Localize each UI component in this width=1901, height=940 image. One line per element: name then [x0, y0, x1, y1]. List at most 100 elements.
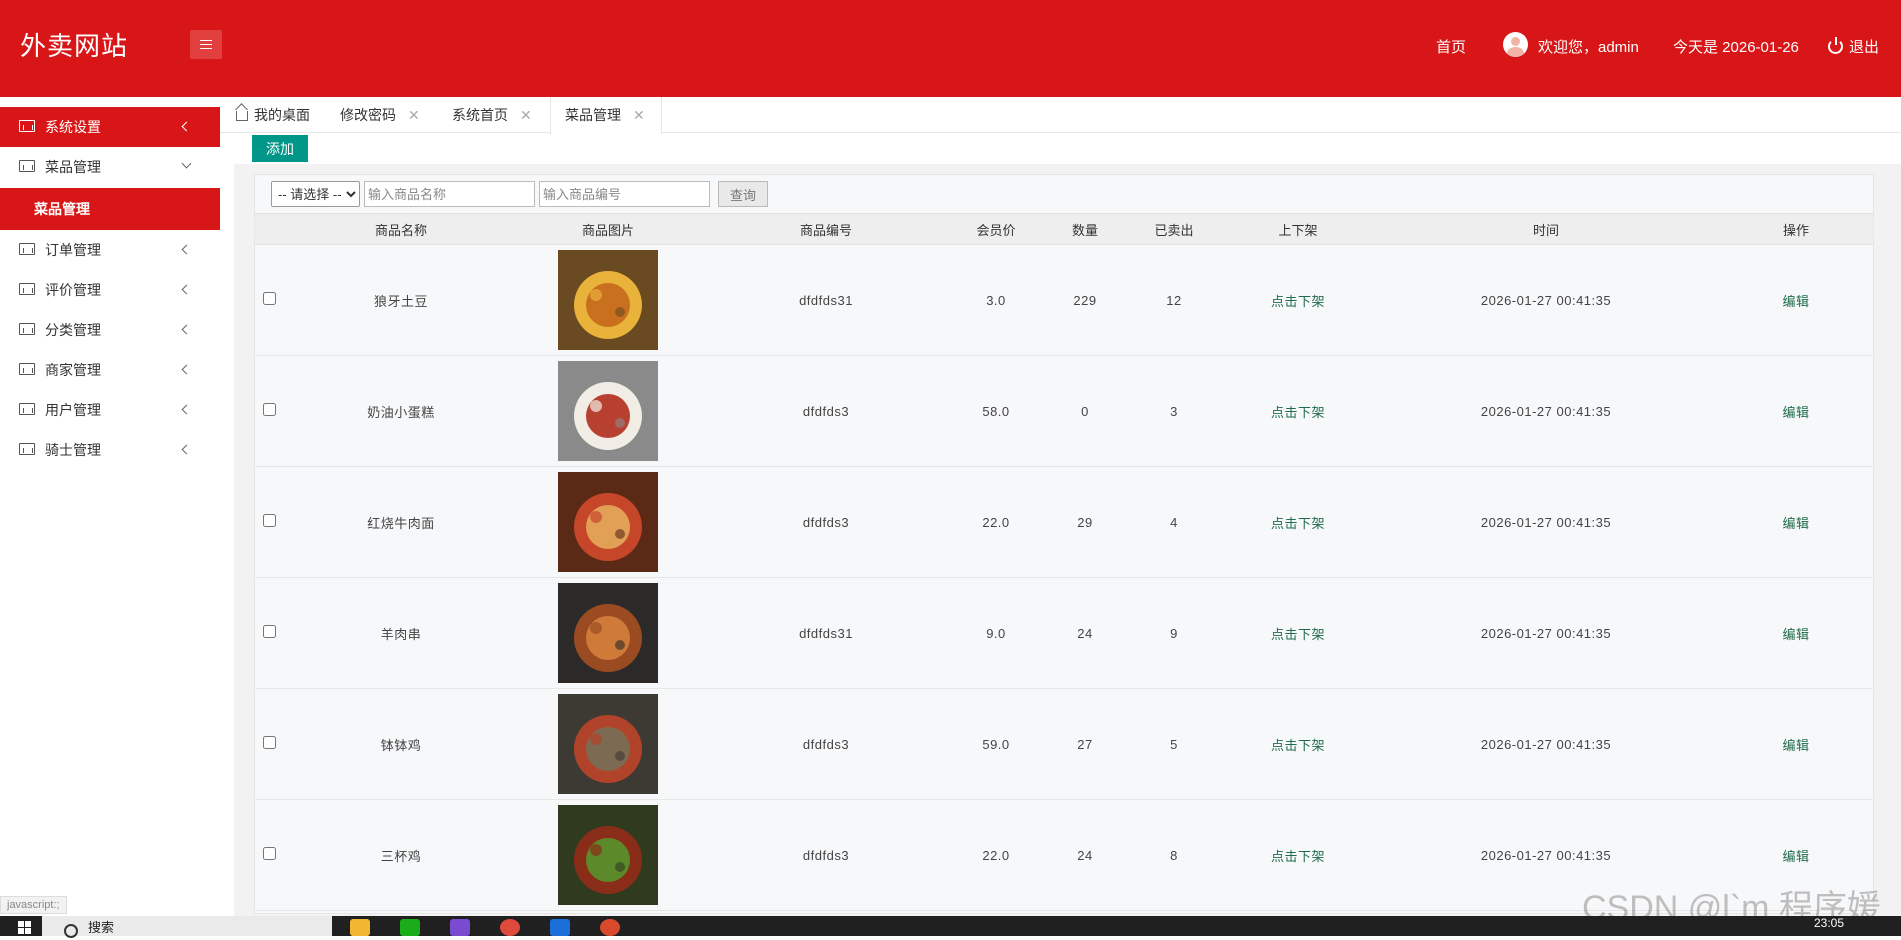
- edit-link[interactable]: 编辑: [1782, 627, 1809, 642]
- chrome-icon[interactable]: [500, 919, 520, 936]
- monitor-icon: [19, 120, 35, 132]
- site-logo[interactable]: 外卖网站: [20, 26, 128, 63]
- timestamp: 2026-01-27 00:41:35: [1373, 577, 1719, 689]
- menu-toggle-button[interactable]: [190, 30, 222, 59]
- quantity: 24: [1045, 799, 1125, 911]
- chevron-down-icon: [181, 158, 192, 169]
- wechat-icon[interactable]: [400, 919, 420, 936]
- toggle-shelf-link[interactable]: 点击下架: [1271, 405, 1325, 420]
- logout-button[interactable]: 退出: [1828, 36, 1879, 57]
- product-name: 羊肉串: [291, 577, 511, 689]
- toggle-shelf-link[interactable]: 点击下架: [1271, 294, 1325, 309]
- sidebar-item-label: 分类管理: [45, 322, 101, 338]
- product-image-cell: [511, 466, 705, 578]
- member-price: 3.0: [947, 244, 1045, 356]
- row-checkbox[interactable]: [263, 625, 276, 638]
- product-image-cell: [511, 799, 705, 911]
- toggle-shelf-cell: 点击下架: [1223, 355, 1373, 467]
- sold-count: 12: [1125, 244, 1223, 356]
- tab-label: 修改密码: [340, 107, 396, 123]
- column-header: 已卖出: [1125, 213, 1223, 245]
- table-row: 羊肉串 dfdfds31 9.0 24 9 点击下架 2026-01-27 00:41:35…: [255, 577, 1873, 689]
- monitor-icon: [19, 443, 35, 455]
- monitor-icon: [19, 363, 35, 375]
- sidebar-item-system-settings[interactable]: 系统设置: [0, 107, 220, 147]
- top-header: 外卖网站 首页 欢迎您，admin 今天是 2026-01-26 退出: [0, 0, 1901, 97]
- row-checkbox[interactable]: [263, 403, 276, 416]
- avatar[interactable]: [1503, 32, 1528, 57]
- row-checkbox[interactable]: [263, 736, 276, 749]
- close-icon[interactable]: ✕: [633, 107, 645, 123]
- sidebar-item-users[interactable]: 用户管理: [0, 390, 220, 430]
- toggle-shelf-link[interactable]: 点击下架: [1271, 738, 1325, 753]
- toggle-shelf-link[interactable]: 点击下架: [1271, 627, 1325, 642]
- row-checkbox[interactable]: [263, 292, 276, 305]
- sidebar-item-merchants[interactable]: 商家管理: [0, 350, 220, 390]
- power-icon: [1828, 37, 1843, 54]
- sidebar-item-categories[interactable]: 分类管理: [0, 310, 220, 350]
- sidebar-item-dish-management[interactable]: 菜品管理: [0, 147, 220, 187]
- tab-dish-management[interactable]: 菜品管理 ✕: [550, 97, 662, 134]
- chevron-left-icon: [181, 404, 192, 415]
- logout-label: 退出: [1849, 39, 1880, 56]
- sold-count: 5: [1125, 688, 1223, 800]
- sidebar-item-orders[interactable]: 订单管理: [0, 230, 220, 270]
- product-name-input[interactable]: [364, 181, 535, 207]
- product-code: dfdfds31: [705, 577, 947, 689]
- product-code: dfdfds3: [705, 688, 947, 800]
- app-icon[interactable]: [550, 919, 570, 936]
- edit-link[interactable]: 编辑: [1782, 738, 1809, 753]
- sidebar-item-label: 菜品管理: [45, 159, 101, 175]
- product-image: [558, 694, 658, 794]
- app-icon[interactable]: [600, 919, 620, 936]
- product-name: 三杯鸡: [291, 799, 511, 911]
- column-header: 操作: [1719, 213, 1873, 245]
- windows-start-icon[interactable]: [18, 921, 32, 935]
- taskbar-search[interactable]: 搜索: [42, 916, 332, 938]
- sidebar-subitem-dish-management[interactable]: 菜品管理: [0, 188, 220, 230]
- quantity: 229: [1045, 244, 1125, 356]
- category-select[interactable]: -- 请选择 --: [271, 181, 360, 207]
- table-header-row: 商品名称 商品图片 商品编号 会员价 数量 已卖出 上下架 时间 操作: [255, 213, 1873, 245]
- query-button[interactable]: 查询: [718, 181, 768, 207]
- taskbar: 搜索 23:05: [0, 916, 1901, 938]
- add-button[interactable]: 添加: [252, 135, 308, 162]
- welcome-text[interactable]: 欢迎您，admin: [1538, 36, 1639, 57]
- sidebar-item-label: 评价管理: [45, 282, 101, 298]
- tab-system-home[interactable]: 系统首页 ✕: [452, 97, 532, 133]
- home-link[interactable]: 首页: [1436, 36, 1466, 57]
- toggle-shelf-cell: 点击下架: [1223, 466, 1373, 578]
- chevron-left-icon: [181, 284, 192, 295]
- member-price: 59.0: [947, 688, 1045, 800]
- table-row: 钵钵鸡 dfdfds3 59.0 27 5 点击下架 2026-01-27 00:41:35…: [255, 688, 1873, 800]
- toggle-shelf-link[interactable]: 点击下架: [1271, 849, 1325, 864]
- tab-label: 系统首页: [452, 107, 508, 123]
- folder-icon[interactable]: [350, 919, 370, 936]
- member-price: 9.0: [947, 577, 1045, 689]
- close-icon[interactable]: ✕: [520, 107, 532, 123]
- tab-label: 菜品管理: [565, 107, 621, 123]
- product-image-cell: [511, 244, 705, 356]
- toggle-shelf-cell: 点击下架: [1223, 244, 1373, 356]
- sidebar: 系统设置 菜品管理 菜品管理 订单管理 评价管理 分类管理 商家管理 用户管理 …: [0, 97, 220, 917]
- sidebar-item-reviews[interactable]: 评价管理: [0, 270, 220, 310]
- edit-link[interactable]: 编辑: [1782, 849, 1809, 864]
- product-code-input[interactable]: [539, 181, 710, 207]
- edit-link[interactable]: 编辑: [1782, 294, 1809, 309]
- toggle-shelf-cell: 点击下架: [1223, 688, 1373, 800]
- app-icon[interactable]: [450, 919, 470, 936]
- tab-change-password[interactable]: 修改密码 ✕: [340, 97, 420, 133]
- edit-link[interactable]: 编辑: [1782, 516, 1809, 531]
- tab-my-desktop[interactable]: 我的桌面: [236, 97, 310, 133]
- toggle-shelf-link[interactable]: 点击下架: [1271, 516, 1325, 531]
- row-checkbox[interactable]: [263, 514, 276, 527]
- edit-link[interactable]: 编辑: [1782, 405, 1809, 420]
- sidebar-item-riders[interactable]: 骑士管理: [0, 430, 220, 470]
- sidebar-item-label: 系统设置: [45, 119, 101, 135]
- row-checkbox-cell: [255, 688, 291, 800]
- search-bar: -- 请选择 -- 查询: [271, 181, 768, 207]
- action-cell: 编辑: [1719, 466, 1873, 578]
- close-icon[interactable]: ✕: [408, 107, 420, 123]
- table-body: 狼牙土豆 dfdfds31 3.0 229 12 点击下架 2026-01-27 00:41…: [255, 244, 1873, 911]
- row-checkbox[interactable]: [263, 847, 276, 860]
